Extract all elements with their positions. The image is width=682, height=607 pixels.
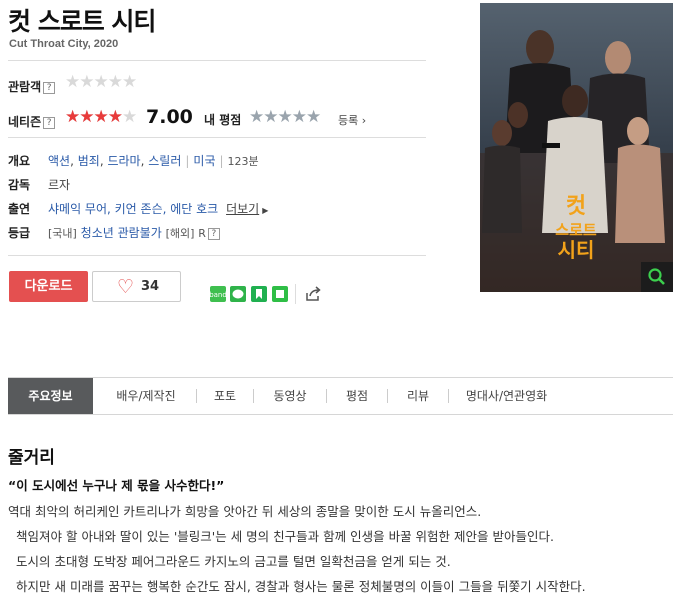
netizen-label: 네티즌 [8,115,42,129]
genre-link[interactable]: 스릴러 [148,154,181,168]
netizen-rating-row: 네티즌? [8,111,56,130]
poster-title-line3: 시티 [558,238,595,262]
audience-label: 관람객 [8,80,42,94]
genre-link[interactable]: 드라마 [107,154,140,168]
poster-title-line2: 스로트 [555,221,597,239]
grade-label: 등급 [8,226,31,240]
search-icon [648,268,665,285]
like-button[interactable]: ♡ 34 [92,271,181,302]
band-share-icon[interactable]: band [209,286,227,302]
director-label: 감독 [8,178,31,192]
grade-foreign-tag: [해외] [165,227,195,240]
tab-quotes-related[interactable]: 명대사/연관영화 [449,378,564,414]
tab-review[interactable]: 리뷰 [388,378,448,414]
genre-link[interactable]: 범죄 [78,154,100,168]
tab-main-info[interactable]: 주요정보 [8,378,93,414]
synopsis-tagline: “이 도시에선 누구나 제 몫을 사수한다!” [8,478,225,493]
movie-poster[interactable]: 컷 스로트 시티 [480,3,673,292]
movie-subtitle: Cut Throat City, 2020 [9,38,119,50]
divider [8,60,426,61]
heart-icon: ♡ [117,276,135,298]
cast-values: 샤메익 무어, 키언 존슨, 에단 호크 더보기 ▶ [48,200,268,217]
divider [295,284,296,304]
tab-photo[interactable]: 포토 [197,378,253,414]
synopsis-line: 하지만 새 미래를 꿈꾸는 행복한 순간도 잠시, 경찰과 형사는 물론 정체불… [16,579,586,594]
like-count: 34 [141,279,160,294]
download-button[interactable]: 다운로드 [9,271,88,302]
cast-link[interactable]: 샤메익 무어, 키언 존슨, 에단 호크 [48,202,218,216]
synopsis-heading: 줄거리 [8,448,55,468]
tab-rating[interactable]: 평점 [327,378,387,414]
zoom-button[interactable] [641,262,673,292]
tab-cast-crew[interactable]: 배우/제작진 [96,378,196,414]
divider [8,255,426,256]
cast-label: 출연 [8,202,31,216]
memo-share-icon[interactable] [272,286,288,302]
country-link[interactable]: 미국 [193,154,215,168]
help-icon[interactable]: ? [43,82,56,94]
grade-domestic-tag: [국내] [48,227,77,240]
chevron-right-icon: › [358,114,367,127]
audience-rating-row: 관람객? [8,76,56,95]
synopsis-line: 책임져야 할 아내와 딸이 있는 '블링크'는 세 명의 친구들과 함께 인생을… [16,529,554,544]
more-cast-link[interactable]: 더보기 [226,202,259,216]
caret-right-icon: ▶ [262,206,269,215]
synopsis-line: 도시의 초대형 도박장 페어그라운드 카지노의 금고를 털면 일확천금을 얻게 … [16,554,451,569]
share-icon[interactable] [304,285,322,303]
overview-label: 개요 [8,154,31,168]
my-rating-stars[interactable]: ★★★★★ [249,109,321,126]
synopsis-line: 역대 최악의 허리케인 카트리나가 희망을 앗아간 뒤 세상의 종말을 맞이한 … [8,504,482,519]
divider [8,137,426,138]
overview-values: 액션, 범죄, 드라마, 스릴러 | 미국 | 123분 [48,154,259,168]
movie-title: 컷 스로트 시티 [8,7,156,36]
line-share-icon[interactable] [230,286,246,302]
genre-link[interactable]: 액션 [48,154,70,168]
grade-values: [국내] 청소년 관람불가 [해외] R? [48,224,220,241]
svg-text:band: band [210,291,226,299]
poster-artwork: 컷 스로트 시티 [480,3,673,292]
runtime: 123분 [227,155,259,168]
register-rating-link[interactable]: 등록 › [338,112,366,128]
netizen-score: 7.00 [146,106,193,128]
grade-domestic-link[interactable]: 청소년 관람불가 [81,226,162,240]
my-rating-label: 내 평점 [204,113,242,127]
bookmark-share-icon[interactable] [251,286,267,302]
help-icon[interactable]: ? [207,228,220,240]
director-link[interactable]: 르자 [48,176,70,193]
tab-bar: 주요정보 배우/제작진 포토 동영상 평점 리뷰 명대사/연관영화 [8,377,673,415]
poster-title-line1: 컷 [566,194,586,219]
help-icon[interactable]: ? [43,117,56,129]
audience-stars: ★★★★★ [65,72,137,92]
tab-video[interactable]: 동영상 [254,378,326,414]
grade-foreign: R [198,227,206,240]
